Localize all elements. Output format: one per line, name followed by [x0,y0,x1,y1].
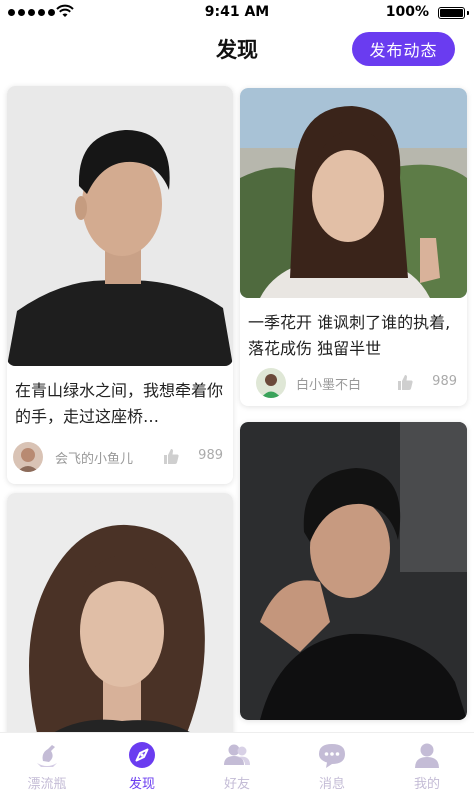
avatar[interactable] [256,368,286,398]
status-bar: 9:41 AM 100% [0,0,474,26]
tab-label: 好友 [223,777,250,792]
post-photo[interactable] [7,86,233,366]
tab-label: 消息 [318,777,345,792]
message-icon [319,744,345,768]
nav-bar: 发现 发布动态 [0,26,474,74]
tab-discover[interactable]: 发现 [95,733,189,795]
post-text: 一季花开 谁讽刺了谁的执着, 落花成伤 独留半世 [248,313,451,358]
like-count: 989 [198,448,223,463]
avatar[interactable] [13,442,43,472]
author-name[interactable]: 会飞的小鱼儿 [55,448,133,467]
post-text: 在青山绿水之间，我想牵着你的手，走过这座桥… [15,381,224,426]
publish-post-button[interactable]: 发布动态 [352,32,455,66]
compass-icon [129,742,155,768]
battery-icon [438,7,469,19]
feed-card[interactable] [7,493,233,732]
post-photo[interactable] [7,493,233,732]
tab-profile[interactable]: 我的 [380,733,474,795]
tab-messages[interactable]: 消息 [285,733,379,795]
like-icon[interactable] [163,449,179,464]
post-meta: 白小墨不白 989 [246,368,457,398]
tab-label: 漂流瓶 [27,777,67,792]
post-photo[interactable] [240,422,467,720]
tab-friends[interactable]: 好友 [190,733,284,795]
author-name[interactable]: 白小墨不白 [296,374,361,393]
tab-label: 发现 [128,777,155,792]
user-icon [415,743,439,768]
tab-label: 我的 [413,777,440,792]
like-count: 989 [432,374,457,389]
discover-feed[interactable]: 在青山绿水之间，我想牵着你的手，走过这座桥… 会飞的小鱼儿 989 一季花开 谁… [0,80,474,732]
bottle-icon [37,745,57,767]
post-photo[interactable] [240,88,467,298]
feed-card[interactable]: 在青山绿水之间，我想牵着你的手，走过这座桥… 会飞的小鱼儿 989 [7,86,233,484]
friends-icon [224,744,250,765]
tab-bottle[interactable]: 漂流瓶 [0,733,94,795]
feed-card[interactable] [240,422,467,720]
tab-bar: 漂流瓶 发现 好友 消息 我的 [0,732,474,795]
feed-card[interactable]: 一季花开 谁讽刺了谁的执着, 落花成伤 独留半世 白小墨不白 989 [240,88,467,406]
post-meta: 会飞的小鱼儿 989 [13,442,223,472]
like-icon[interactable] [397,375,413,390]
battery-percent: 100% [385,4,429,20]
